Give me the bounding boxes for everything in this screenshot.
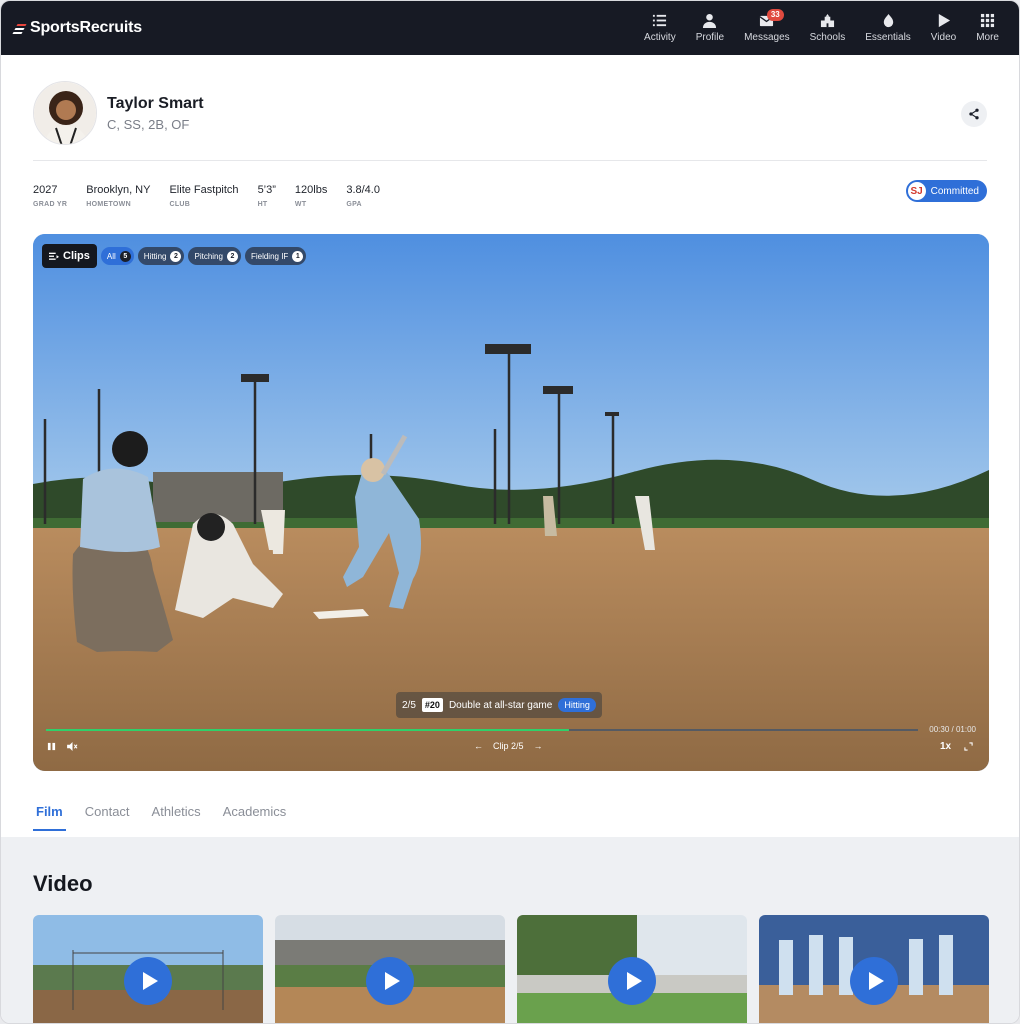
avatar[interactable] [33,81,97,145]
prev-clip-icon[interactable]: ← [474,741,483,751]
filter-chip-all[interactable]: All 5 [100,247,134,265]
time-display: 00:30 / 01:00 [929,725,976,734]
tab-contact[interactable]: Contact [82,804,133,831]
activity-icon [653,14,667,27]
clip-position: 2/5 [402,699,416,711]
speed-button[interactable]: 1x [940,741,951,752]
play-button[interactable] [366,957,414,1005]
filter-chip-hitting[interactable]: Hitting 2 [137,247,185,265]
clip-nav-label: Clip 2/5 [493,741,524,751]
clips-button[interactable]: Clips [42,244,97,268]
clips-label: Clips [63,250,90,262]
nav-label: Video [930,32,957,43]
clip-navigator: ← Clip 2/5 → [474,741,543,751]
progress-fill [46,729,570,731]
video-thumbnail[interactable] [759,915,989,1023]
video-thumbnail[interactable] [33,915,263,1023]
nav-label: Schools [809,32,846,43]
video-frame [33,234,989,771]
nav-item-activity[interactable]: Activity [634,1,686,55]
nav-label: Essentials [865,32,911,43]
mute-button[interactable] [67,742,78,751]
profile-header: Taylor Smart C, SS, 2B, OF 2027 GRAD YR B… [1,55,1019,221]
video-icon [938,13,951,28]
stat-gpa: 3.8/4.0 GPA [346,184,380,208]
stat-weight: 120lbs WT [294,184,328,208]
mute-icon [67,742,78,751]
logo-mark-icon [12,22,27,34]
college-logo-icon: SJ [907,182,926,200]
share-button[interactable] [961,101,987,127]
fullscreen-icon [964,742,973,751]
athlete-stats: 2027 GRAD YR Brooklyn, NY HOMETOWN Elite F… [33,171,987,221]
profile-icon [703,13,717,28]
committed-label: Committed [930,185,979,197]
pause-icon [47,742,56,751]
video-thumbnail[interactable] [275,915,505,1023]
stat-club: Elite Fastpitch CLUB [169,184,239,208]
top-nav: SportsRecruits Activity Profile 33 Messa… [1,1,1019,55]
player-controls: ← Clip 2/5 → 1x [33,739,989,759]
play-button[interactable] [850,957,898,1005]
video-thumbnails [33,915,989,1023]
nav-item-video[interactable]: Video [921,1,966,55]
video-section: Video [1,837,1019,1023]
messages-badge: 33 [766,9,784,21]
stat-hometown: Brooklyn, NY HOMETOWN [86,184,151,208]
nav-label: More [976,32,999,43]
nav-label: Activity [644,32,676,43]
schools-icon [820,13,834,28]
nav-item-profile[interactable]: Profile [686,1,734,55]
more-grid-icon [981,13,995,28]
tab-academics[interactable]: Academics [220,804,290,831]
stat-height: 5’3” HT [257,184,276,208]
pause-button[interactable] [47,742,56,751]
sportsrecruits-logo[interactable]: SportsRecruits [12,19,142,37]
share-icon [969,108,979,120]
profile-tabs: Film Contact Athletics Academics [33,804,289,831]
next-clip-icon[interactable]: → [534,741,543,751]
section-title: Video [33,871,93,896]
jersey-number: #20 [421,698,443,712]
logo-text: SportsRecruits [30,19,142,36]
nav-item-schools[interactable]: Schools [800,1,856,55]
progress-bar[interactable] [46,729,918,731]
play-button[interactable] [608,957,656,1005]
athlete-name: Taylor Smart [107,94,204,112]
stat-grad-year: 2027 GRAD YR [33,184,68,208]
clips-list-icon [49,252,59,260]
committed-badge[interactable]: SJ Committed [905,180,987,202]
clip-title: Double at all-star game [448,699,553,711]
nav-item-messages[interactable]: 33 Messages [734,1,800,55]
filter-chip-fielding[interactable]: Fielding IF 1 [244,247,307,265]
athlete-positions: C, SS, 2B, OF [107,116,190,132]
nav-item-essentials[interactable]: Essentials [855,1,921,55]
tab-athletics[interactable]: Athletics [149,804,204,831]
avatar-photo [34,82,96,144]
clip-filters: Clips All 5 Hitting 2 Pitching 2 Fielding I… [42,244,307,268]
video-thumbnail[interactable] [517,915,747,1023]
video-player[interactable]: Clips All 5 Hitting 2 Pitching 2 Fielding I… [33,234,989,771]
fullscreen-button[interactable] [964,742,973,751]
play-button[interactable] [124,957,172,1005]
nav-items: Activity Profile 33 Messages Schools Ess… [634,1,1009,55]
filter-chip-pitching[interactable]: Pitching 2 [188,247,241,265]
tab-film[interactable]: Film [33,804,66,831]
clip-caption: 2/5 #20 Double at all-star game Hitting [396,692,602,718]
essentials-icon [883,13,893,28]
clip-tag: Hitting [558,698,596,712]
header-divider [33,160,987,161]
nav-label: Profile [695,32,725,43]
nav-label: Messages [744,32,790,43]
app-frame: SportsRecruits Activity Profile 33 Messa… [0,0,1020,1024]
nav-item-more[interactable]: More [966,1,1009,55]
